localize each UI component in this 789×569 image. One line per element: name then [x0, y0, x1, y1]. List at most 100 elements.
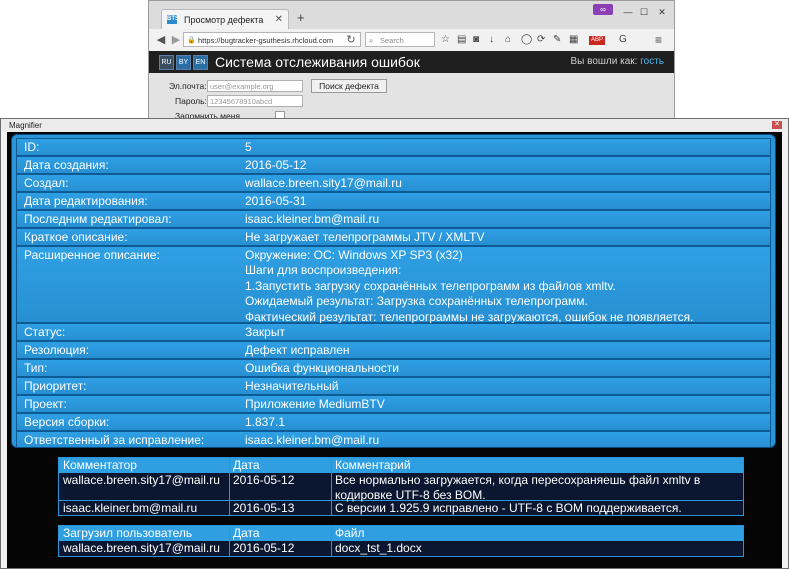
field-row-build: Версия сборки: 1.837.1: [16, 413, 771, 431]
field-row-type: Тип: Ошибка функциональности: [16, 359, 771, 377]
defect-details-panel: ID: 5 Дата создания: 2016-05-12 Создал: …: [11, 134, 776, 448]
magnifier-close-icon[interactable]: ✕: [772, 121, 782, 129]
back-icon[interactable]: ◀: [153, 32, 169, 48]
field-row-created-by: Создал: wallace.breen.sity17@mail.ru: [16, 174, 771, 192]
description-line: Ожидаемый результат: Загрузка сохранённы…: [245, 294, 588, 309]
comment-author: wallace.breen.sity17@mail.ru: [63, 473, 220, 487]
attachment-date: 2016-05-12: [233, 541, 295, 555]
field-value: Окружение: ОС: Windows XP SP3 (x32) Шаги…: [245, 248, 693, 325]
reload-icon[interactable]: ↻: [343, 32, 359, 48]
browser-tabbar: BTS Просмотр дефекта ✕ + ∞ — ☐ ✕: [149, 1, 674, 29]
sync-icon[interactable]: ⟳: [537, 33, 545, 47]
field-label: Создал:: [24, 176, 69, 190]
login-user-link[interactable]: гость: [640, 56, 664, 67]
field-row-last-editor: Последним редактировал: isaac.kleiner.bm…: [16, 210, 771, 228]
comment-author: isaac.kleiner.bm@mail.ru: [63, 501, 198, 515]
field-value: 1.837.1: [245, 415, 286, 429]
login-status: Вы вошли как: гость: [571, 56, 665, 68]
comments-header-row: Комментатор Дата Комментарий: [59, 458, 743, 473]
column-header-uploader: Загрузил пользователь: [63, 526, 193, 540]
field-label: Приоритет:: [24, 379, 87, 393]
app-header: RU BY EN Система отслеживания ошибок Вы …: [149, 51, 674, 73]
adblock-icon[interactable]: ABP: [589, 36, 606, 45]
field-row-description: Расширенное описание: Окружение: ОС: Win…: [16, 246, 771, 325]
new-tab-button[interactable]: +: [297, 11, 305, 25]
field-label: Расширенное описание:: [24, 248, 160, 262]
magnifier-frame: ID: 5 Дата создания: 2016-05-12 Создал: …: [1, 132, 788, 568]
field-row-status: Статус: Закрыт: [16, 323, 771, 341]
field-value: 5: [245, 140, 252, 154]
browser-search-input[interactable]: ⌕ Search: [365, 32, 435, 47]
translate-icon[interactable]: G: [619, 33, 627, 47]
bookmark-star-icon[interactable]: ☆: [441, 33, 450, 47]
field-label: Резолюция:: [24, 343, 90, 357]
app-title: Система отслеживания ошибок: [215, 54, 420, 70]
column-header-file: Файл: [335, 526, 365, 540]
field-label: Ответственный за исправление:: [24, 433, 205, 447]
comment-date: 2016-05-13: [233, 501, 295, 515]
field-value: Не загружает телепрограммы JTV / XMLTV: [245, 230, 485, 244]
menu-icon[interactable]: ≡: [655, 33, 662, 47]
extension-icon[interactable]: ✎: [553, 33, 561, 47]
email-field[interactable]: user@example.org: [207, 80, 303, 92]
field-row-priority: Приоритет: Незначительный: [16, 377, 771, 395]
field-row-created-date: Дата создания: 2016-05-12: [16, 156, 771, 174]
field-value: wallace.breen.sity17@mail.ru: [245, 176, 402, 190]
browser-tab[interactable]: BTS Просмотр дефекта ✕: [161, 9, 289, 29]
url-text: https://bugtracker-gsuthesis.rhcloud.com: [198, 36, 334, 45]
field-value: Дефект исправлен: [245, 343, 350, 357]
field-label: Версия сборки:: [24, 415, 110, 429]
field-label: Дата редактирования:: [24, 194, 148, 208]
attachments-header-row: Загрузил пользователь Дата Файл: [59, 526, 743, 541]
field-value: 2016-05-31: [245, 194, 307, 208]
attachments-table: Загрузил пользователь Дата Файл wallace.…: [58, 525, 744, 557]
column-header-comment: Комментарий: [335, 458, 411, 472]
search-icon: ⌕: [369, 36, 374, 45]
magnifier-view: ID: 5 Дата создания: 2016-05-12 Создал: …: [7, 132, 782, 568]
lang-button-ru[interactable]: RU: [159, 55, 174, 70]
login-prefix: Вы вошли как:: [570, 56, 638, 67]
field-label: Статус:: [24, 325, 66, 339]
description-line: Шаги для воспроизведения:: [245, 263, 402, 278]
field-label: Дата создания:: [24, 158, 109, 172]
comment-text: Все нормально загружается, когда пересох…: [335, 473, 701, 502]
field-row-assignee: Ответственный за исправление: isaac.klei…: [16, 431, 771, 447]
favicon-icon: BTS: [167, 15, 179, 24]
tab-close-icon[interactable]: ✕: [275, 10, 283, 30]
search-defect-button[interactable]: Поиск дефекта: [311, 79, 387, 93]
lang-button-en[interactable]: EN: [193, 55, 208, 70]
field-value: Ошибка функциональности: [245, 361, 399, 375]
magnifier-title: Magnifier: [9, 121, 42, 130]
url-bar[interactable]: 🔒 https://bugtracker-gsuthesis.rhcloud.c…: [183, 32, 361, 47]
column-header-date: Дата: [233, 526, 260, 540]
chat-icon[interactable]: ◯: [521, 33, 532, 47]
column-header-commenter: Комментатор: [63, 458, 137, 472]
bookmarks-list-icon[interactable]: ▤: [457, 33, 466, 47]
password-label: Пароль:: [175, 96, 207, 106]
window-close-icon[interactable]: ✕: [655, 5, 669, 19]
column-header-date: Дата: [233, 458, 260, 472]
field-label: ID:: [24, 140, 40, 154]
maximize-icon[interactable]: ☐: [637, 5, 651, 19]
search-placeholder: Search: [380, 36, 404, 45]
field-label: Краткое описание:: [24, 230, 128, 244]
magnifier-titlebar: Magnifier ✕: [1, 119, 788, 133]
pocket-icon[interactable]: ◙: [473, 33, 479, 47]
magnifier-window: Magnifier ✕ ID: 5 Дата создания: 2016-05…: [0, 118, 789, 569]
home-icon[interactable]: ⌂: [505, 33, 511, 47]
forward-icon[interactable]: ▶: [168, 32, 184, 48]
field-value: isaac.kleiner.bm@mail.ru: [245, 212, 380, 226]
email-label: Эл.почта:: [169, 81, 207, 91]
lang-button-by[interactable]: BY: [176, 55, 191, 70]
field-value: Незначительный: [245, 379, 339, 393]
comment-date: 2016-05-12: [233, 473, 295, 487]
minimize-icon[interactable]: —: [621, 5, 635, 19]
field-value: Приложение MediumBTV: [245, 397, 385, 411]
description-line: 1.Запустить загрузку сохранённых телепро…: [245, 278, 616, 293]
download-icon[interactable]: ↓: [489, 33, 494, 47]
attachment-uploader: wallace.breen.sity17@mail.ru: [63, 541, 220, 555]
attachment-file-link[interactable]: docx_tst_1.docx: [331, 541, 422, 556]
comment-text: С версии 1.925.9 исправлено - UTF-8 с BO…: [335, 501, 682, 515]
password-field[interactable]: 12345678910abcd: [207, 95, 303, 107]
clipboard-icon[interactable]: ▦: [569, 33, 578, 47]
